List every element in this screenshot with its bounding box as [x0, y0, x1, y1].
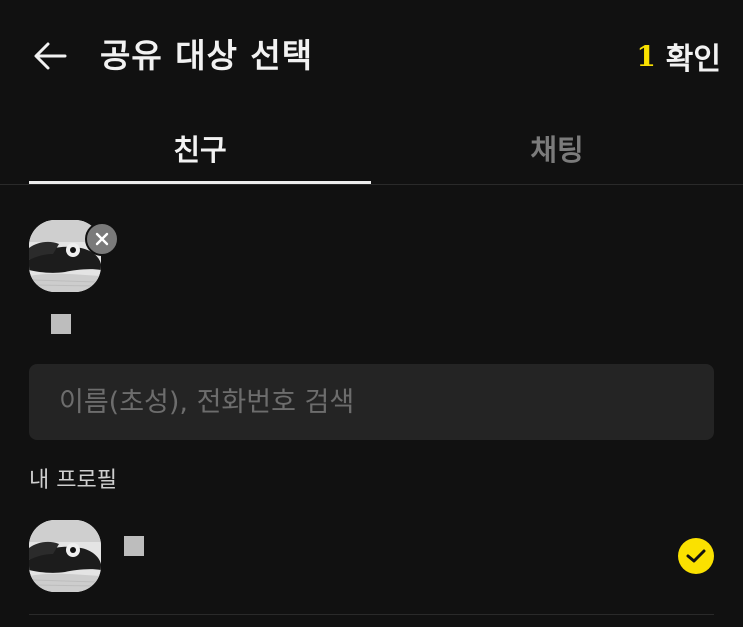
- section-label-my-profile: 내 프로필: [29, 468, 117, 493]
- selected-checkmark[interactable]: [678, 538, 714, 574]
- selected-count: 1: [636, 39, 656, 73]
- arrow-left-icon: [34, 42, 67, 70]
- tab-bar: 친구 채팅: [0, 112, 743, 185]
- confirm-button[interactable]: 1 확인: [636, 32, 721, 80]
- search-box[interactable]: [29, 364, 714, 440]
- selected-recipients: ■: [29, 220, 129, 340]
- page-title: 공유 대상 선택: [100, 36, 314, 75]
- profile-avatar: [29, 520, 101, 592]
- avatar-photo: [29, 520, 101, 592]
- selected-name: ■: [51, 314, 71, 334]
- confirm-label: 확인: [665, 42, 721, 77]
- tab-friends[interactable]: 친구: [29, 112, 371, 184]
- remove-selected-button[interactable]: [85, 222, 119, 256]
- close-icon: [95, 232, 109, 246]
- search-input[interactable]: [29, 385, 701, 419]
- top-bar: 공유 대상 선택 1 확인: [0, 0, 743, 112]
- check-icon: [686, 549, 706, 563]
- my-profile-row[interactable]: ■: [29, 518, 714, 615]
- back-button[interactable]: [28, 34, 72, 78]
- profile-name: ■: [124, 536, 144, 556]
- active-tab-indicator: [29, 181, 371, 184]
- tab-chats[interactable]: 채팅: [371, 112, 743, 184]
